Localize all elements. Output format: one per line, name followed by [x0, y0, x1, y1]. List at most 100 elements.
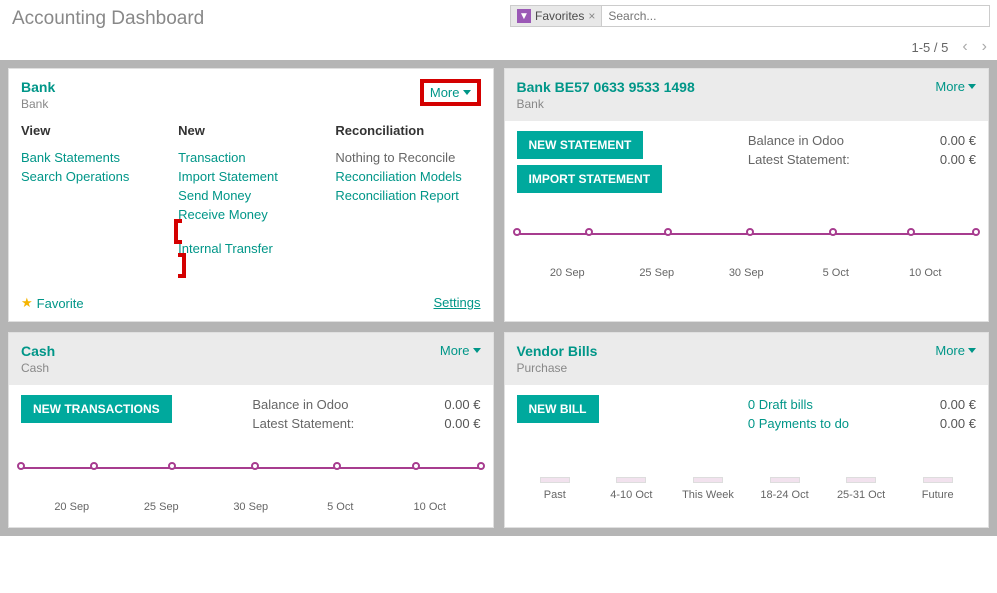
more-label: More — [935, 343, 965, 358]
card-cash-subtitle: Cash — [21, 361, 55, 375]
filter-label: Favorites — [535, 9, 584, 23]
page-title: Accounting Dashboard — [12, 8, 204, 30]
link-receive-money[interactable]: Receive Money — [178, 205, 323, 224]
cash-chart: 20 Sep 25 Sep 30 Sep 5 Oct 10 Oct — [21, 453, 481, 513]
favorite-toggle[interactable]: ★ Favorite — [21, 295, 84, 311]
balance-label: Balance in Odoo — [252, 397, 348, 412]
axis-label: 30 Sep — [702, 267, 792, 279]
bar — [923, 477, 953, 483]
axis-label: 30 Sep — [206, 501, 296, 513]
axis-label: 18-24 Oct — [746, 489, 823, 501]
axis-label: 20 Sep — [523, 267, 613, 279]
link-bank-statements[interactable]: Bank Statements — [21, 148, 166, 167]
bar — [616, 477, 646, 483]
card-bank-account-header: Bank BE57 0633 9533 1498 Bank More — [505, 69, 989, 121]
card-bank-account-title: Bank BE57 0633 9533 1498 — [517, 79, 695, 95]
filter-tag-favorites[interactable]: ▼ Favorites × — [511, 6, 602, 26]
card-vendor-more[interactable]: More — [935, 343, 976, 358]
latest-value: 0.00 € — [940, 152, 976, 167]
axis-label: 5 Oct — [296, 501, 386, 513]
payments-value: 0.00 € — [940, 416, 976, 431]
new-transactions-button[interactable]: NEW TRANSACTIONS — [21, 395, 172, 423]
latest-label: Latest Statement: — [748, 152, 850, 167]
card-cash-title: Cash — [21, 343, 55, 359]
card-cash-header: Cash Cash More — [9, 333, 493, 385]
balance-value: 0.00 € — [444, 397, 480, 412]
axis-label: 25 Sep — [612, 267, 702, 279]
link-import-statement[interactable]: Import Statement — [178, 167, 323, 186]
card-bank-account-subtitle: Bank — [517, 97, 695, 111]
link-payments-to-do[interactable]: 0 Payments to do — [748, 416, 849, 431]
axis-label: This Week — [670, 489, 747, 501]
link-draft-bills[interactable]: 0 Draft bills — [748, 397, 813, 412]
axis-label: 25-31 Oct — [823, 489, 900, 501]
link-recon-report[interactable]: Reconciliation Report — [335, 186, 480, 205]
caret-down-icon — [463, 90, 471, 95]
link-search-operations[interactable]: Search Operations — [21, 167, 166, 186]
latest-label: Latest Statement: — [252, 416, 354, 431]
card-bank-title: Bank — [21, 79, 55, 95]
axis-label: Past — [517, 489, 594, 501]
more-label: More — [430, 85, 460, 100]
bar — [846, 477, 876, 483]
axis-label: 20 Sep — [27, 501, 117, 513]
axis-label: 10 Oct — [881, 267, 971, 279]
col-new-heading: New — [178, 123, 323, 140]
link-transaction[interactable]: Transaction — [178, 148, 323, 167]
vendor-chart: Past 4-10 Oct This Week 18-24 Oct 25-31 … — [517, 453, 977, 513]
new-bill-button[interactable]: NEW BILL — [517, 395, 599, 423]
draft-value: 0.00 € — [940, 397, 976, 412]
axis-label: 10 Oct — [385, 501, 475, 513]
pager-range: 1-5 / 5 — [911, 40, 948, 55]
caret-down-icon — [968, 84, 976, 89]
axis-label: Future — [899, 489, 976, 501]
filter-icon: ▼ — [517, 9, 531, 23]
more-label: More — [935, 79, 965, 94]
filter-close-icon[interactable]: × — [588, 9, 595, 23]
search-input[interactable] — [602, 6, 989, 26]
card-cash-more[interactable]: More — [440, 343, 481, 358]
card-vendor-bills: Vendor Bills Purchase More NEW BILL 0 Dr… — [504, 332, 990, 528]
axis-label: 25 Sep — [117, 501, 207, 513]
card-bank-more[interactable]: More — [430, 85, 471, 100]
card-cash: Cash Cash More NEW TRANSACTIONS Balance … — [8, 332, 494, 528]
link-send-money[interactable]: Send Money — [178, 186, 323, 205]
card-bank-account: Bank BE57 0633 9533 1498 Bank More NEW S… — [504, 68, 990, 322]
card-bank-header: Bank Bank More — [9, 69, 493, 113]
caret-down-icon — [968, 348, 976, 353]
balance-label: Balance in Odoo — [748, 133, 844, 148]
col-view-heading: View — [21, 123, 166, 140]
axis-label: 4-10 Oct — [593, 489, 670, 501]
bar — [770, 477, 800, 483]
new-statement-button[interactable]: NEW STATEMENT — [517, 131, 644, 159]
more-label: More — [440, 343, 470, 358]
card-vendor-subtitle: Purchase — [517, 361, 598, 375]
pager: 1-5 / 5 ‹ › — [911, 38, 987, 56]
star-icon: ★ — [21, 295, 33, 311]
latest-value: 0.00 € — [444, 416, 480, 431]
text-nothing-reconcile: Nothing to Reconcile — [335, 148, 480, 167]
card-vendor-title: Vendor Bills — [517, 343, 598, 359]
dashboard-grid: Bank Bank More View Bank Statements Sear… — [0, 60, 997, 536]
card-bank-subtitle: Bank — [21, 97, 55, 111]
link-recon-models[interactable]: Reconciliation Models — [335, 167, 480, 186]
card-bank: Bank Bank More View Bank Statements Sear… — [8, 68, 494, 322]
caret-down-icon — [473, 348, 481, 353]
bank-account-chart: 20 Sep 25 Sep 30 Sep 5 Oct 10 Oct — [517, 219, 977, 279]
bar — [693, 477, 723, 483]
favorite-label: Favorite — [37, 296, 84, 311]
link-internal-transfer[interactable]: Internal Transfer — [178, 239, 323, 258]
search-box[interactable]: ▼ Favorites × — [510, 5, 990, 27]
card-bank-account-more[interactable]: More — [935, 79, 976, 94]
axis-label: 5 Oct — [791, 267, 881, 279]
pager-prev-icon[interactable]: ‹ — [962, 38, 967, 56]
settings-link[interactable]: Settings — [434, 295, 481, 311]
import-statement-button[interactable]: IMPORT STATEMENT — [517, 165, 663, 193]
balance-value: 0.00 € — [940, 133, 976, 148]
more-button-highlight: More — [420, 79, 481, 106]
bar — [540, 477, 570, 483]
highlight-internal-transfer: Internal Transfer — [174, 219, 323, 278]
pager-next-icon[interactable]: › — [982, 38, 987, 56]
col-recon-heading: Reconciliation — [335, 123, 480, 140]
card-vendor-header: Vendor Bills Purchase More — [505, 333, 989, 385]
